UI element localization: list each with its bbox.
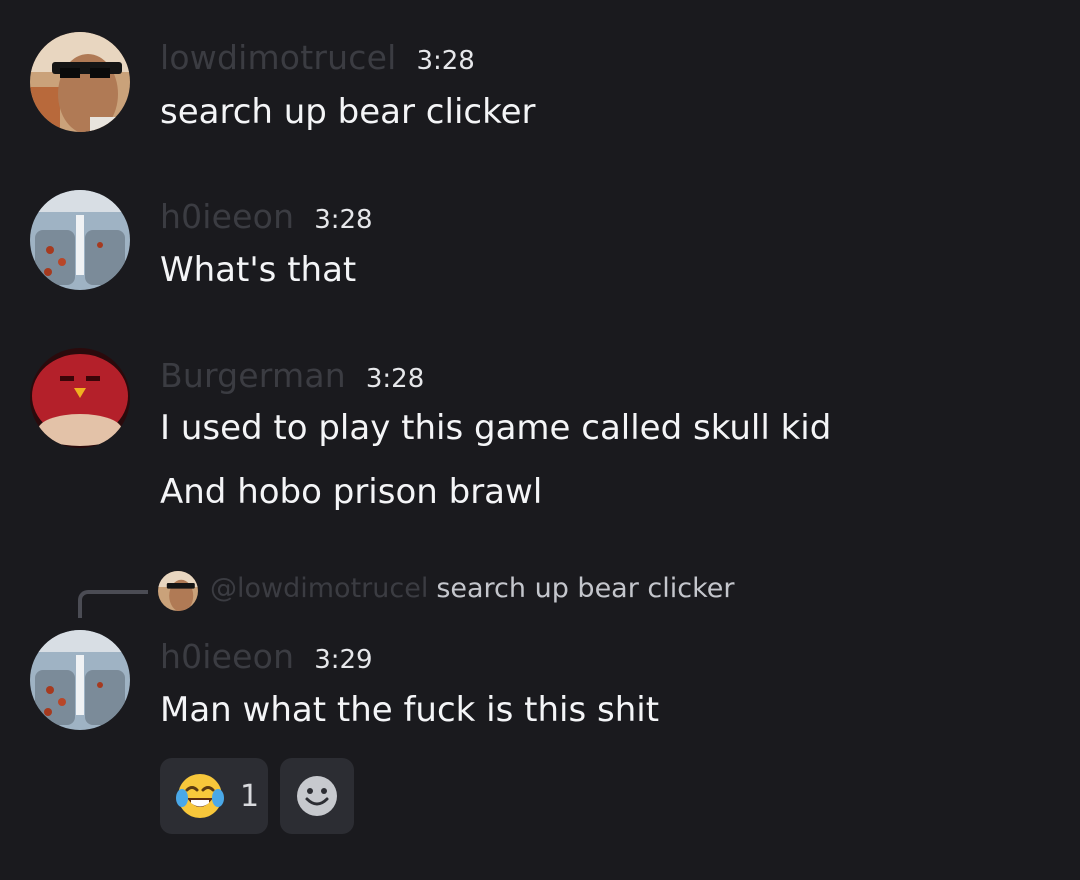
- reply-preview[interactable]: @lowdimotrucel search up bear clicker: [0, 568, 1080, 618]
- chat-window: lowdimotrucel 3:28 search up bear clicke…: [0, 0, 1080, 880]
- reply-text[interactable]: @lowdimotrucel search up bear clicker: [210, 573, 735, 604]
- username[interactable]: h0ieeon: [160, 637, 294, 676]
- message-text: And hobo prison brawl: [160, 472, 543, 512]
- message-text: search up bear clicker: [160, 92, 536, 132]
- username[interactable]: lowdimotrucel: [160, 38, 396, 77]
- avatar[interactable]: [30, 32, 130, 132]
- reply-mention[interactable]: @lowdimotrucel: [210, 573, 428, 604]
- avatar[interactable]: [30, 190, 130, 290]
- reaction-pill[interactable]: 1: [160, 758, 268, 834]
- avatar-image: [30, 630, 130, 730]
- username[interactable]: Burgerman: [160, 356, 346, 395]
- avatar-image: [30, 190, 130, 290]
- message-text: Man what the fuck is this shit: [160, 690, 660, 730]
- avatar-image: [158, 571, 198, 611]
- add-reaction-button[interactable]: [280, 758, 354, 834]
- message-text: What's that: [160, 250, 357, 290]
- face-with-tears-of-joy-icon: [176, 774, 224, 818]
- reply-avatar[interactable]: [158, 571, 198, 611]
- reactions-bar: 1: [160, 758, 354, 834]
- reaction-count: 1: [240, 778, 260, 814]
- timestamp: 3:29: [314, 645, 373, 675]
- avatar-image: [30, 32, 130, 132]
- avatar-image: [30, 348, 130, 448]
- message-text: I used to play this game called skull ki…: [160, 408, 832, 448]
- timestamp: 3:28: [314, 205, 373, 235]
- timestamp: 3:28: [416, 46, 475, 76]
- add-reaction-smiley-icon: [297, 776, 337, 816]
- timestamp: 3:28: [365, 364, 425, 394]
- avatar[interactable]: [30, 630, 130, 730]
- reply-connector: [78, 590, 148, 618]
- username[interactable]: h0ieeon: [160, 197, 294, 236]
- avatar[interactable]: [30, 348, 130, 448]
- reply-content: search up bear clicker: [436, 573, 735, 604]
